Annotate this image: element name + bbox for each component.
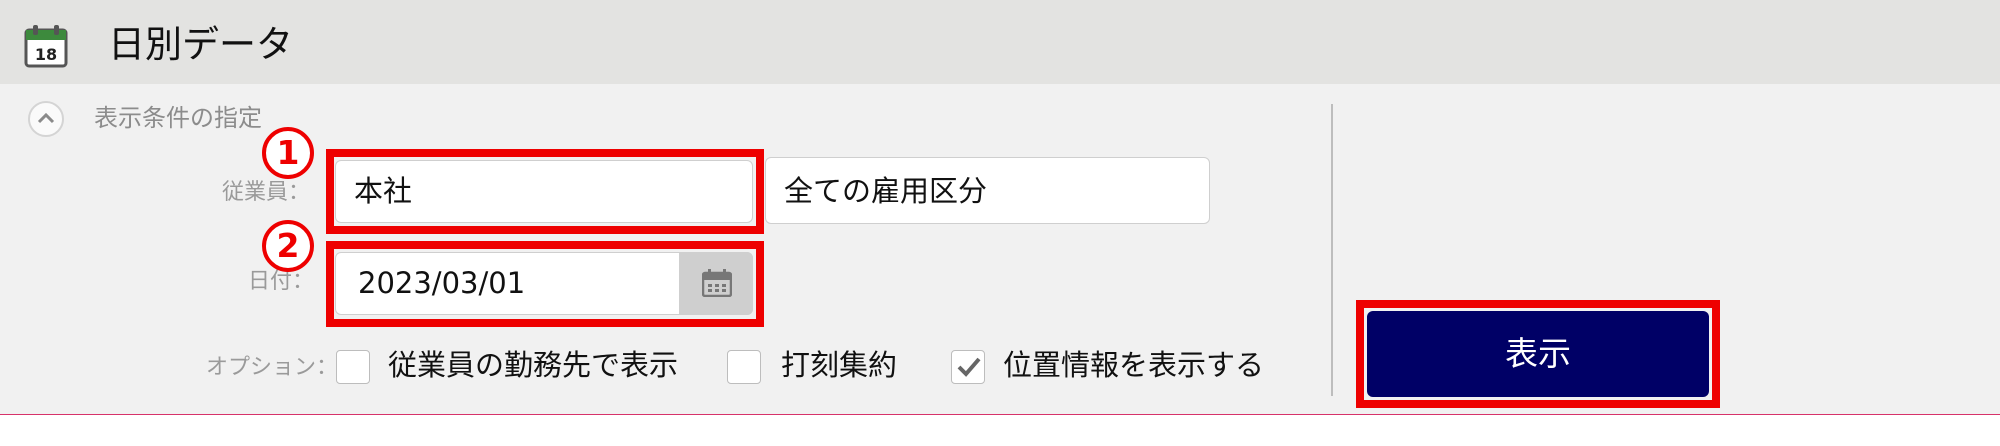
chevron-up-icon — [37, 112, 55, 124]
option-punch-summary-label: 打刻集約 — [781, 348, 898, 382]
marker-2: 2 — [262, 220, 314, 272]
employee-label: 従業員： — [222, 180, 311, 205]
options-label: オプション： — [206, 355, 339, 380]
marker-1: 1 — [262, 127, 314, 179]
employment-type-select[interactable]: 全ての雇用区分 — [765, 157, 1210, 224]
checkbox-punch-summary[interactable] — [727, 350, 761, 384]
date-label: 日付： — [248, 269, 315, 294]
calendar-icon: 18 — [24, 24, 70, 68]
checkbox-workplace[interactable] — [336, 350, 370, 384]
vertical-divider — [1331, 104, 1333, 396]
option-workplace-label: 従業員の勤務先で表示 — [388, 348, 679, 382]
checkbox-location[interactable] — [951, 350, 985, 384]
calendar-icon-day: 18 — [35, 45, 57, 64]
header-bar: 18 日別データ — [0, 0, 2000, 84]
show-button[interactable]: 表示 — [1367, 311, 1709, 397]
collapse-toggle-button[interactable] — [28, 101, 64, 137]
highlight-box-employee — [326, 149, 764, 234]
section-title: 表示条件の指定 — [94, 104, 262, 132]
highlight-box-date — [326, 241, 764, 327]
page-title: 日別データ — [108, 23, 293, 66]
check-icon — [957, 357, 981, 377]
option-location-label: 位置情報を表示する — [1003, 348, 1265, 382]
